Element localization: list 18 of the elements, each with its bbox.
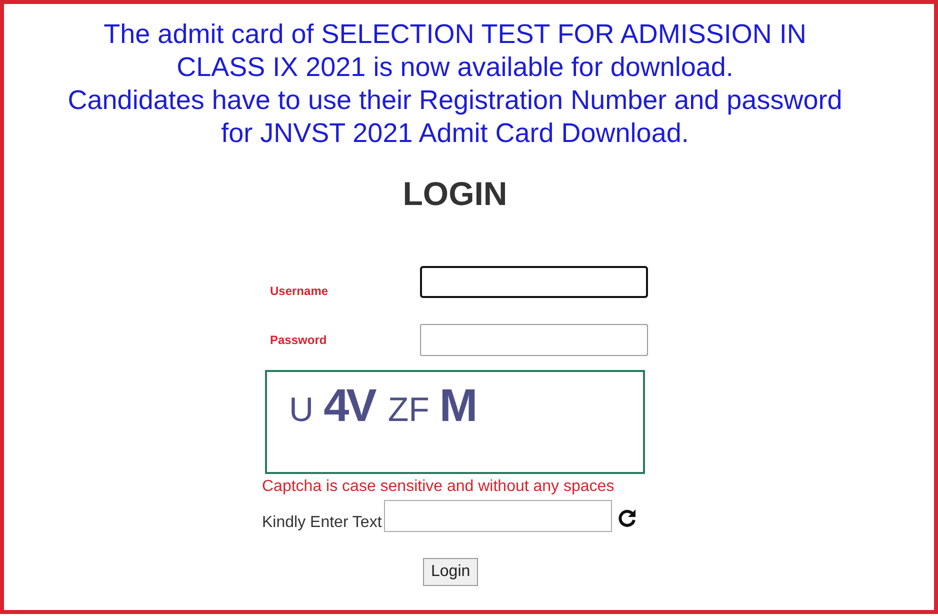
notice-text: The admit card of SELECTION TEST FOR ADMISSION IN <box>102 18 808 51</box>
notice-text: for JNVST 2021 Admit Card Download. <box>220 117 690 150</box>
captcha-character: ZF <box>388 391 430 430</box>
login-button[interactable]: Login <box>423 558 478 586</box>
password-field[interactable] <box>420 324 648 356</box>
captcha-character: M <box>439 378 476 432</box>
captcha-character: U <box>289 391 314 430</box>
field-label: Username <box>269 284 330 298</box>
captcha-label: Kindly Enter Text <box>262 514 382 532</box>
field-label: Password <box>269 333 328 347</box>
login-heading: LOGIN <box>402 174 508 214</box>
username-field[interactable] <box>420 266 648 298</box>
captcha-field[interactable] <box>384 500 612 532</box>
captcha-note: Captcha is case sensitive and without any spaces <box>262 478 616 496</box>
notice-text: CLASS IX 2021 is now available for download. <box>176 51 734 84</box>
notice-text: Candidates have to use their Registration Number and password <box>66 84 844 117</box>
captcha-character: 4V <box>324 378 376 432</box>
refresh-icon[interactable] <box>616 508 637 528</box>
